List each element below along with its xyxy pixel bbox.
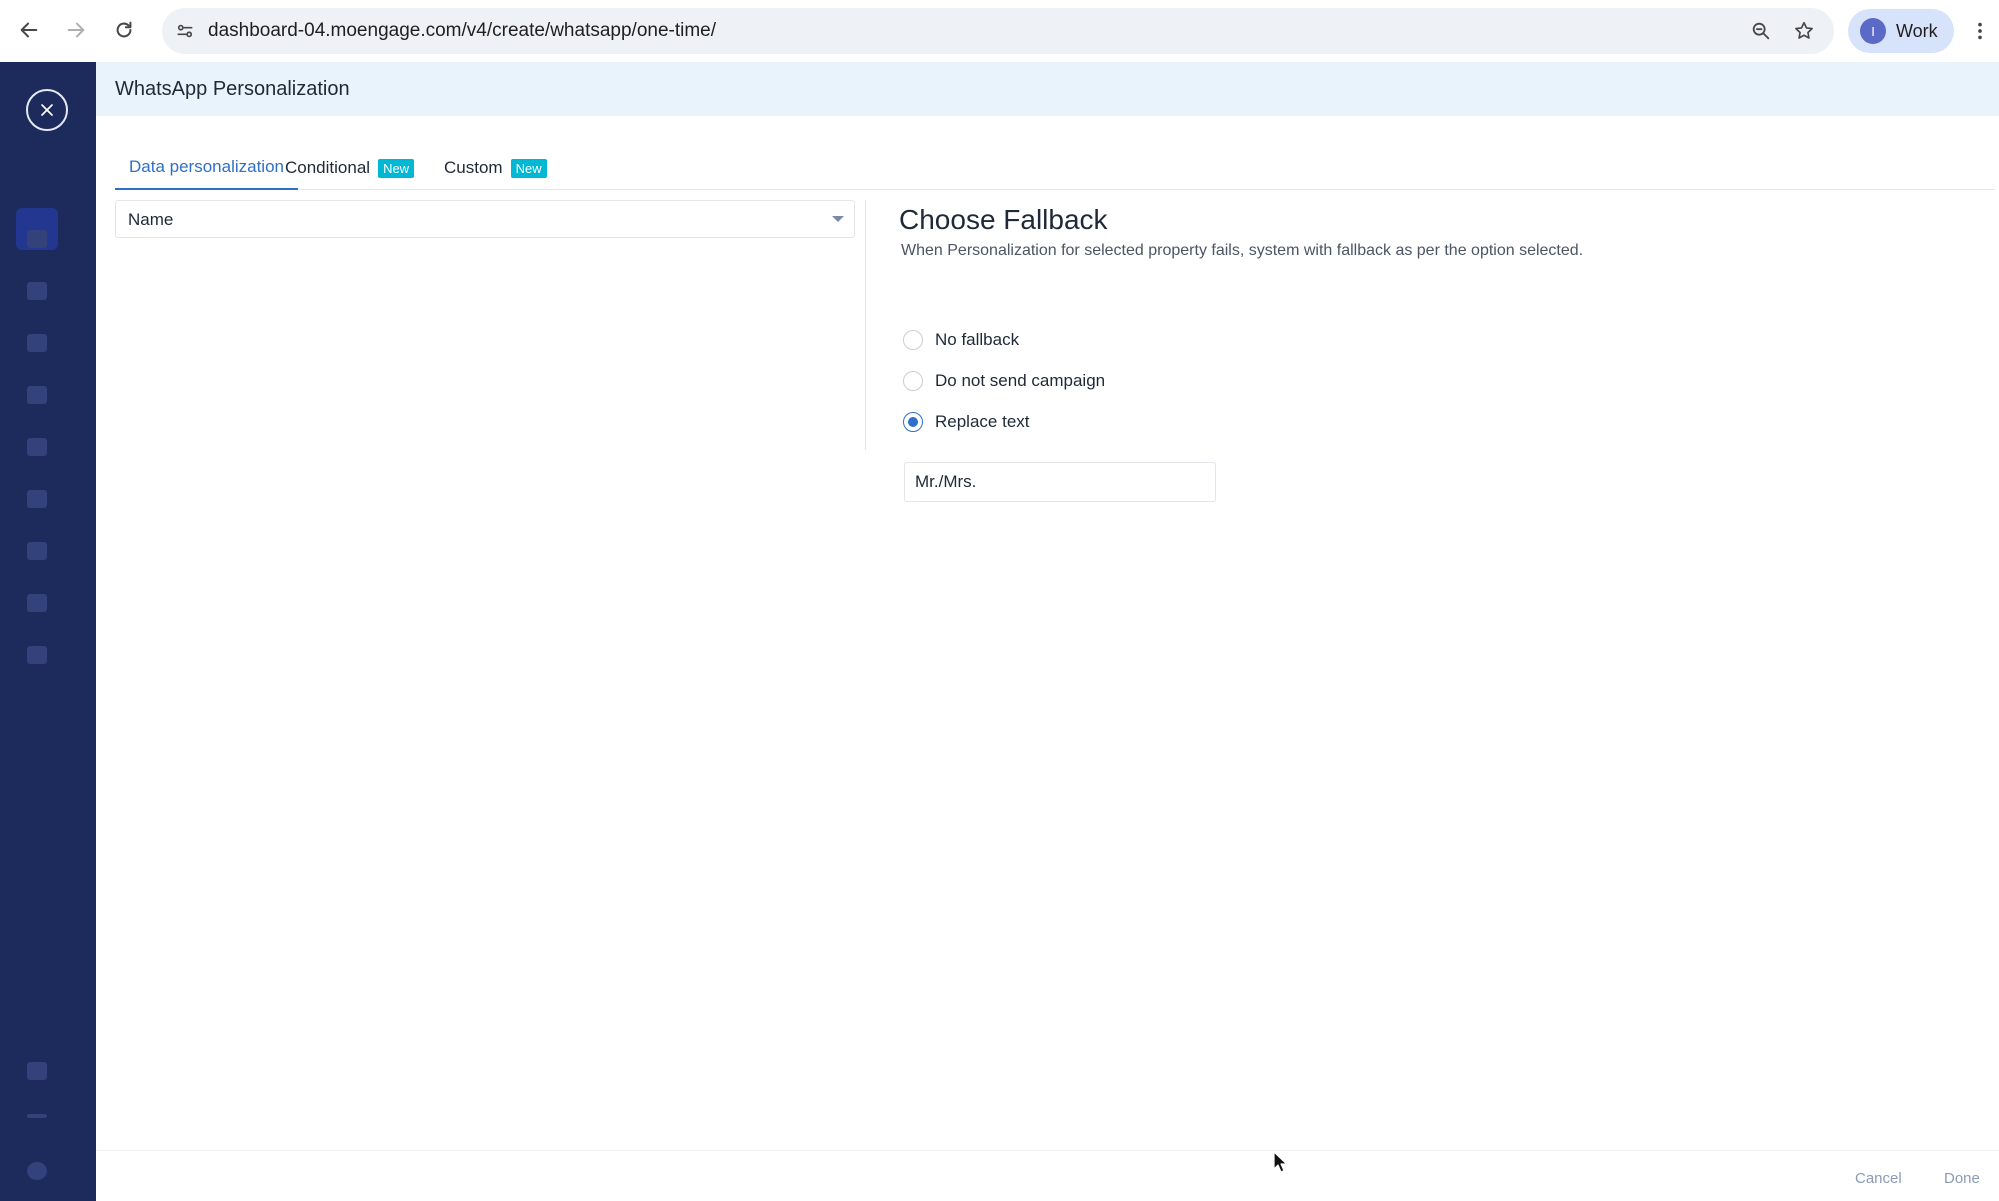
new-badge: New bbox=[510, 158, 547, 178]
back-button[interactable] bbox=[11, 12, 47, 48]
avatar: I bbox=[1860, 18, 1886, 44]
sidebar-nav-icon bbox=[27, 1162, 47, 1180]
tab-label: Conditional bbox=[285, 158, 371, 177]
done-button[interactable]: Done bbox=[1944, 1170, 1980, 1187]
radio-label: Do not send campaign bbox=[935, 371, 1106, 390]
property-select[interactable]: Name bbox=[115, 200, 855, 238]
browser-toolbar: dashboard-04.moengage.com/v4/create/what… bbox=[0, 0, 1999, 62]
tab-custom[interactable]: Custom New bbox=[430, 146, 561, 190]
forward-button[interactable] bbox=[58, 12, 94, 48]
close-icon bbox=[41, 104, 53, 116]
mouse-cursor-icon bbox=[1273, 1151, 1287, 1173]
replace-text-input[interactable] bbox=[904, 462, 1216, 502]
reload-button[interactable] bbox=[106, 12, 142, 48]
app-sidebar bbox=[0, 62, 96, 1201]
cancel-button[interactable]: Cancel bbox=[1855, 1170, 1902, 1187]
personalization-tabs: Data personalization Conditional New Cus… bbox=[115, 146, 1995, 190]
radio-label: Replace text bbox=[935, 412, 1030, 431]
arrow-left-icon bbox=[20, 22, 38, 38]
reload-icon bbox=[116, 21, 132, 38]
sidebar-nav-icon bbox=[27, 438, 47, 456]
sidebar-nav-icon bbox=[27, 490, 47, 508]
browser-menu-button[interactable] bbox=[1968, 18, 1992, 44]
more-vert-icon bbox=[1978, 22, 1982, 40]
property-select-value: Name bbox=[128, 210, 174, 229]
address-bar[interactable]: dashboard-04.moengage.com/v4/create/what… bbox=[162, 8, 1834, 54]
sidebar-nav-icon bbox=[27, 230, 47, 248]
sidebar-nav-icon bbox=[27, 1062, 47, 1080]
site-settings-icon[interactable] bbox=[172, 18, 198, 44]
fallback-section: Choose Fallback When Personalization for… bbox=[899, 200, 1799, 502]
tab-label: Custom bbox=[444, 158, 503, 177]
sidebar-nav-icon bbox=[27, 1114, 47, 1118]
radio-no-fallback[interactable]: No fallback bbox=[903, 330, 1019, 350]
profile-button[interactable]: I Work bbox=[1848, 9, 1954, 53]
arrow-right-icon bbox=[67, 22, 85, 38]
radio-button[interactable] bbox=[903, 412, 923, 432]
radio-button[interactable] bbox=[903, 371, 923, 391]
sidebar-nav-icon bbox=[27, 334, 47, 352]
fallback-description: When Personalization for selected proper… bbox=[901, 242, 1584, 259]
radio-button[interactable] bbox=[903, 330, 923, 350]
close-modal-button[interactable] bbox=[26, 89, 68, 131]
zoom-icon[interactable] bbox=[1748, 18, 1774, 44]
profile-label: Work bbox=[1896, 20, 1938, 41]
sidebar-nav-icon bbox=[27, 646, 47, 664]
sidebar-nav-icon bbox=[27, 594, 47, 612]
divider bbox=[865, 200, 866, 450]
sidebar-nav-icon bbox=[27, 282, 47, 300]
bookmark-star-icon[interactable] bbox=[1791, 18, 1817, 44]
radio-label: No fallback bbox=[935, 330, 1020, 349]
url-text[interactable]: dashboard-04.moengage.com/v4/create/what… bbox=[208, 8, 716, 54]
footer-divider bbox=[96, 1150, 1999, 1151]
new-badge: New bbox=[378, 158, 415, 178]
chevron-down-icon bbox=[832, 216, 844, 222]
modal-title: WhatsApp Personalization bbox=[115, 78, 350, 100]
radio-replace-text[interactable]: Replace text bbox=[903, 412, 1030, 432]
fallback-title: Choose Fallback bbox=[899, 204, 1108, 235]
tab-conditional[interactable]: Conditional New bbox=[271, 146, 428, 190]
tab-label: Data personalization bbox=[129, 157, 284, 176]
sidebar-nav-icon bbox=[27, 542, 47, 560]
modal-header: WhatsApp Personalization bbox=[96, 62, 1999, 116]
radio-do-not-send[interactable]: Do not send campaign bbox=[903, 371, 1105, 391]
sidebar-nav-icon bbox=[27, 386, 47, 404]
personalization-modal: WhatsApp Personalization Data personaliz… bbox=[96, 62, 1999, 1201]
